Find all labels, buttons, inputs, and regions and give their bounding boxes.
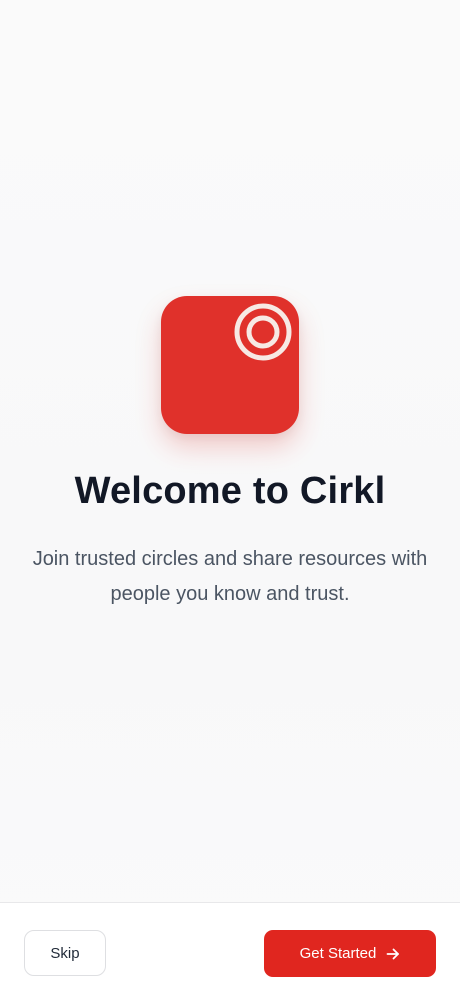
footer-bar: Skip Get Started [0, 902, 460, 1001]
app-logo [161, 296, 299, 434]
welcome-title: Welcome to Cirkl [74, 470, 386, 512]
get-started-label: Get Started [299, 945, 377, 962]
arrow-right-icon [386, 948, 400, 959]
get-started-button[interactable]: Get Started [264, 930, 436, 977]
welcome-subtitle: Join trusted circles and share resources… [32, 548, 428, 605]
skip-button[interactable]: Skip [24, 930, 106, 976]
welcome-hero: Welcome to Cirkl Join trusted circles an… [0, 296, 460, 612]
circle-target-icon [234, 303, 292, 361]
onboarding-screen: Welcome to Cirkl Join trusted circles an… [0, 0, 460, 1001]
